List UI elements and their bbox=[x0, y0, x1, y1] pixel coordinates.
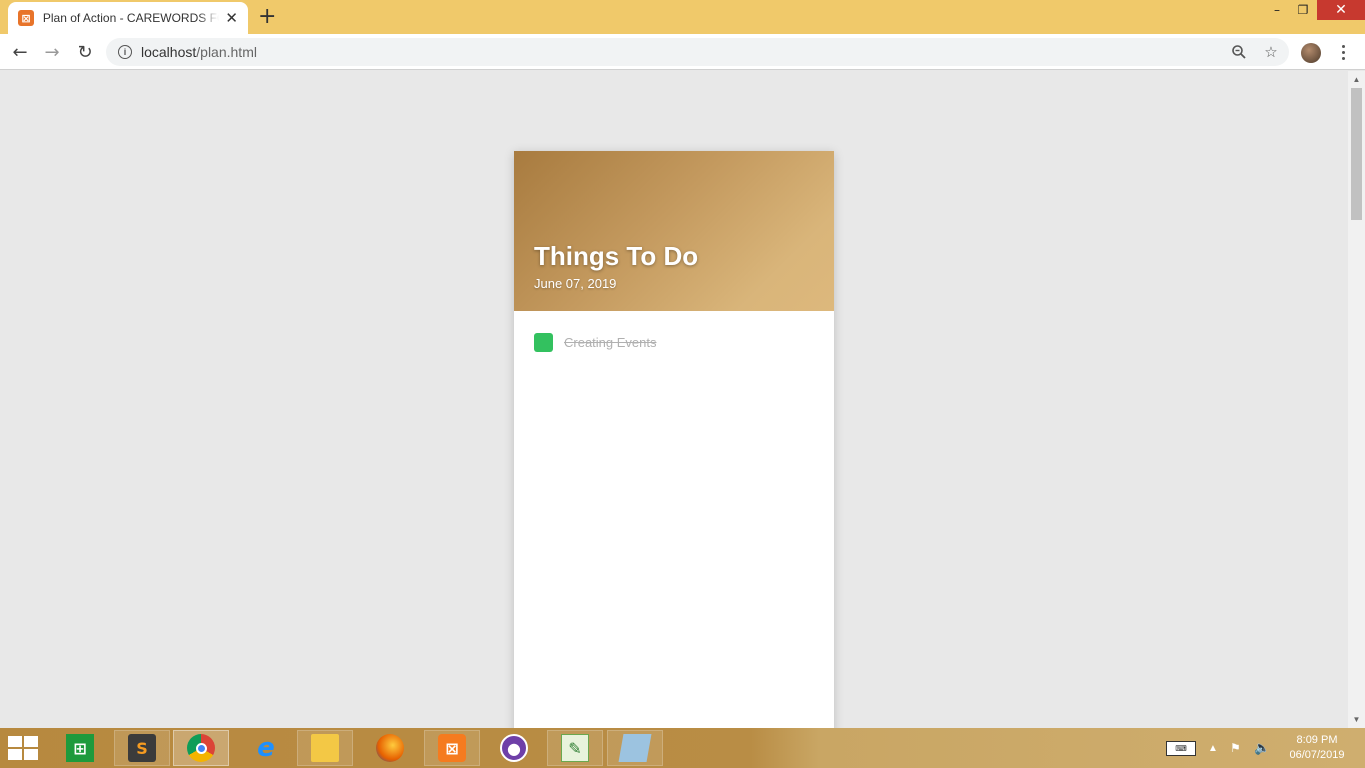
reload-icon[interactable]: ↻ bbox=[71, 38, 99, 66]
restore-icon[interactable]: ❐ bbox=[1292, 0, 1314, 20]
card-title: Things To Do bbox=[534, 241, 699, 271]
internet-explorer-icon: e bbox=[257, 733, 275, 763]
scroll-down-arrow-icon[interactable]: ▼ bbox=[1348, 715, 1365, 724]
back-arrow-icon[interactable]: ← bbox=[6, 38, 34, 66]
touch-keyboard-icon[interactable]: ⌨ bbox=[1166, 741, 1196, 756]
clock-date: 06/07/2019 bbox=[1289, 749, 1345, 761]
firefox-icon bbox=[376, 734, 404, 762]
browser-toolbar: ← → ↻ i localhost/plan.html ☆ bbox=[0, 34, 1365, 70]
taskbar-chrome[interactable] bbox=[173, 730, 229, 766]
todo-item[interactable]: Creating Events bbox=[534, 333, 657, 352]
windows-store-icon: ⊞ bbox=[66, 734, 94, 762]
taskbar-store[interactable]: ⊞ bbox=[52, 730, 108, 766]
taskbar-sublime[interactable]: S bbox=[114, 730, 170, 766]
vertical-scrollbar[interactable]: ▲ ▼ bbox=[1348, 71, 1365, 728]
browser-titlebar: ⊠ Plan of Action - CAREWORDS FOR ✕ + – ❐… bbox=[0, 0, 1365, 34]
scroll-thumb[interactable] bbox=[1351, 88, 1362, 220]
profile-avatar[interactable] bbox=[1301, 43, 1321, 63]
taskbar-ie[interactable]: e bbox=[238, 730, 294, 766]
close-icon[interactable]: ✕ bbox=[225, 9, 238, 27]
windows-start-icon[interactable] bbox=[8, 736, 38, 760]
url-text: localhost/plan.html bbox=[141, 44, 257, 60]
xampp-icon: ⊠ bbox=[18, 10, 34, 26]
xampp-icon: ⊠ bbox=[438, 734, 466, 762]
taskbar-explorer[interactable] bbox=[297, 730, 353, 766]
todo-label: Creating Events bbox=[564, 335, 657, 350]
chrome-icon bbox=[187, 734, 215, 762]
new-tab-icon[interactable]: + bbox=[258, 5, 276, 29]
page-viewport: Things To Do June 07, 2019 Creating Even… bbox=[0, 71, 1348, 741]
taskbar-xampp[interactable]: ⊠ bbox=[424, 730, 480, 766]
sublime-text-icon: S bbox=[128, 734, 156, 762]
bookmark-star-icon[interactable]: ☆ bbox=[1261, 42, 1281, 62]
info-icon[interactable]: i bbox=[118, 45, 132, 59]
taskbar: ⊞ S e ⊠ ● ✎ ⌨ ▲ ⚑ 🔈 8:09 PM 06/07/2019 bbox=[0, 728, 1365, 768]
card-header: Things To Do June 07, 2019 bbox=[514, 151, 834, 311]
show-hidden-icons-icon[interactable]: ▲ bbox=[1208, 728, 1218, 768]
volume-icon[interactable]: 🔈 bbox=[1254, 728, 1270, 768]
scroll-up-arrow-icon[interactable]: ▲ bbox=[1348, 75, 1365, 84]
github-desktop-icon: ● bbox=[500, 734, 528, 762]
notepad-plus-plus-icon: ✎ bbox=[561, 734, 589, 762]
tab-title: Plan of Action - CAREWORDS FOR bbox=[42, 11, 220, 25]
todo-card: Things To Do June 07, 2019 Creating Even… bbox=[514, 151, 834, 741]
todo-checkbox[interactable] bbox=[534, 333, 553, 352]
taskbar-notes[interactable] bbox=[607, 730, 663, 766]
taskbar-firefox[interactable] bbox=[362, 730, 418, 766]
system-clock[interactable]: 8:09 PM 06/07/2019 bbox=[1282, 733, 1352, 763]
taskbar-github[interactable]: ● bbox=[486, 730, 542, 766]
url-path: /plan.html bbox=[196, 44, 257, 60]
card-date: June 07, 2019 bbox=[534, 276, 617, 291]
url-host: localhost bbox=[141, 44, 197, 60]
minimize-icon[interactable]: – bbox=[1266, 0, 1288, 20]
file-explorer-icon bbox=[311, 734, 339, 762]
clock-time: 8:09 PM bbox=[1296, 734, 1338, 746]
address-bar[interactable]: i localhost/plan.html ☆ bbox=[106, 38, 1289, 66]
action-center-flag-icon[interactable]: ⚑ bbox=[1230, 728, 1241, 768]
taskbar-notepadpp[interactable]: ✎ bbox=[547, 730, 603, 766]
zoom-icon[interactable] bbox=[1229, 42, 1249, 62]
forward-arrow-icon[interactable]: → bbox=[38, 38, 66, 66]
window-close-icon[interactable]: ✕ bbox=[1317, 0, 1365, 20]
sticky-notes-icon bbox=[618, 734, 652, 762]
browser-tab[interactable]: ⊠ Plan of Action - CAREWORDS FOR ✕ bbox=[8, 2, 248, 34]
kebab-menu-icon[interactable] bbox=[1335, 41, 1351, 63]
